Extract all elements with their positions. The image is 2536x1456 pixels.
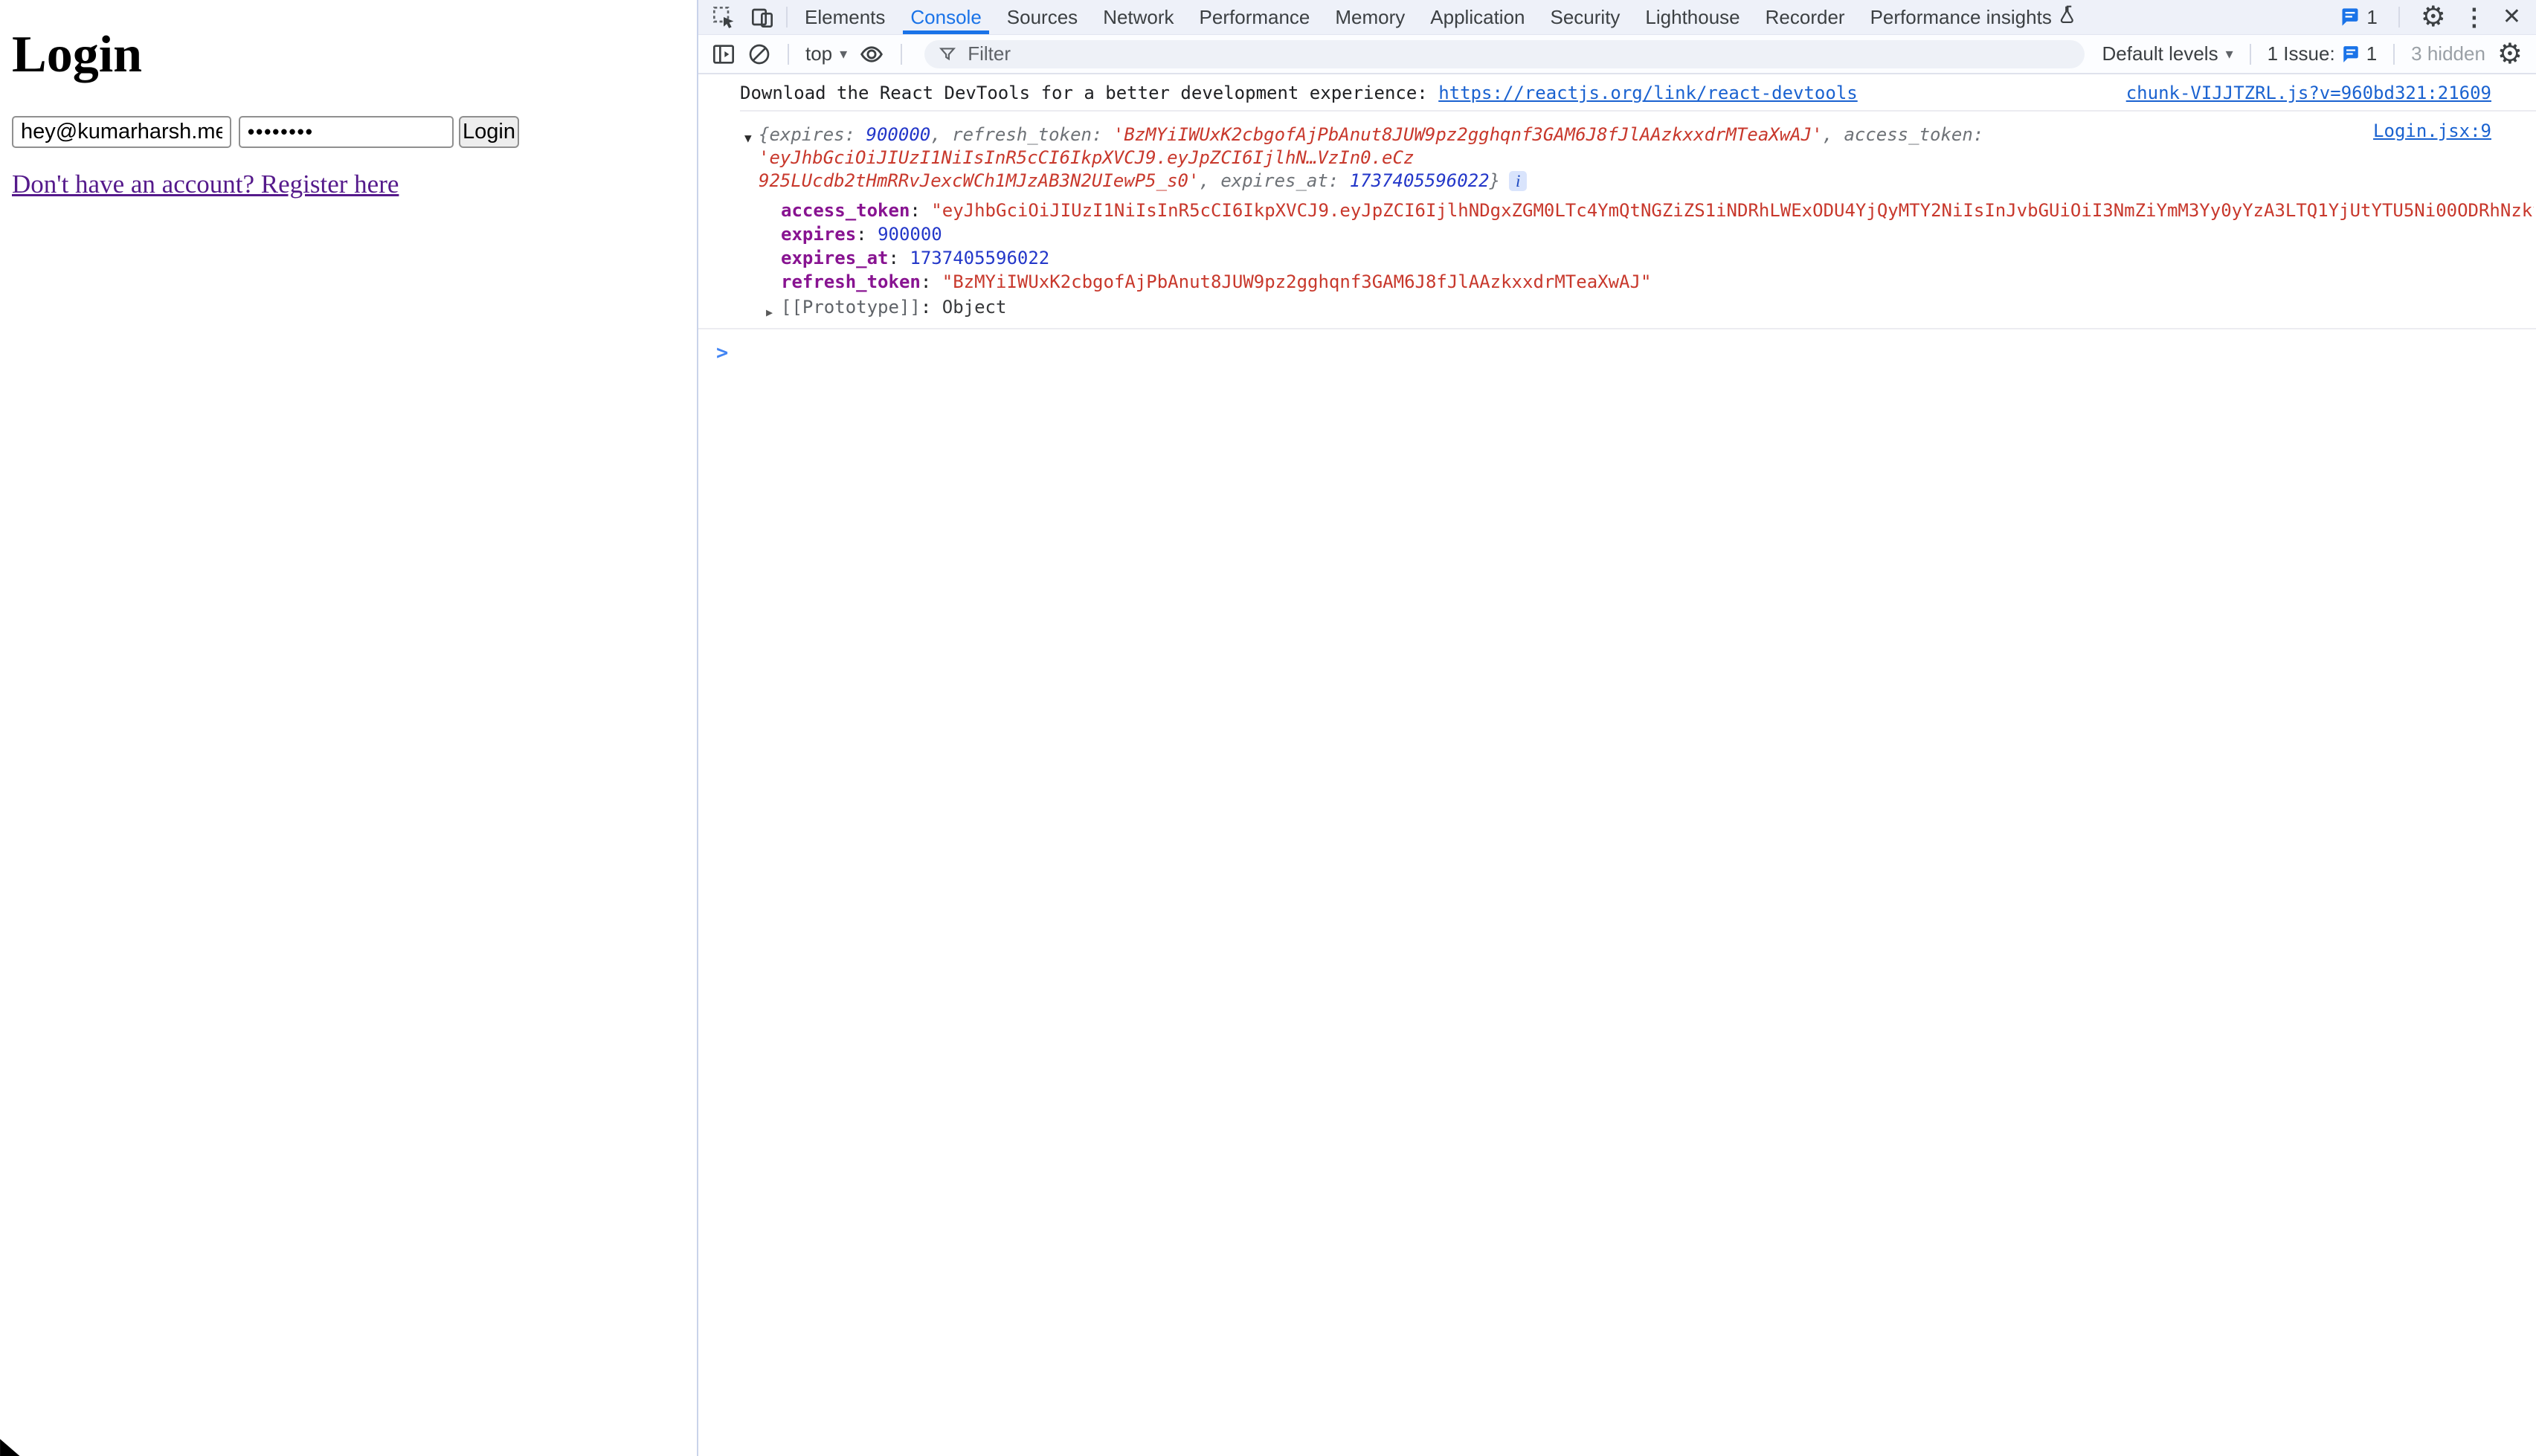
- register-link[interactable]: Don't have an account? Register here: [12, 170, 399, 199]
- filter-placeholder: Filter: [968, 42, 1011, 65]
- tab-lighthouse[interactable]: Lighthouse: [1632, 0, 1752, 34]
- devtools-tabs: Elements Console Sources Network Perform…: [792, 0, 2091, 34]
- clear-console-icon[interactable]: [747, 42, 771, 66]
- object-preview[interactable]: {expires: 900000, refresh_token: 'BzMYiI…: [759, 123, 2491, 193]
- tab-security[interactable]: Security: [1538, 0, 1633, 34]
- tab-network[interactable]: Network: [1090, 0, 1186, 34]
- object-properties: access_token: "eyJhbGciOiJIUzI1NiIsInR5c…: [759, 199, 2491, 319]
- log-levels-dropdown[interactable]: Default levels ▾: [2102, 42, 2233, 65]
- source-location-link[interactable]: Login.jsx:9: [2373, 120, 2491, 141]
- react-devtools-link[interactable]: https://reactjs.org/link/react-devtools: [1438, 83, 1858, 103]
- divider: [788, 44, 789, 65]
- live-expression-eye-icon[interactable]: [859, 42, 884, 67]
- tab-application[interactable]: Application: [1417, 0, 1537, 34]
- property-row[interactable]: access_token: "eyJhbGciOiJIUzI1NiIsInR5c…: [781, 199, 2534, 222]
- issues-counter[interactable]: 1: [2340, 6, 2377, 29]
- chevron-down-icon: ▾: [840, 47, 847, 62]
- divider: [786, 7, 788, 28]
- console-output: Download the React DevTools for a better…: [698, 74, 2536, 1456]
- filter-input[interactable]: Filter: [924, 40, 2084, 68]
- mouse-cursor-icon: [0, 1437, 32, 1456]
- property-row[interactable]: expires_at: 1737405596022: [781, 246, 2491, 270]
- console-message-react-devtools: Download the React DevTools for a better…: [698, 74, 2536, 112]
- login-page: Login Login Don't have an account? Regis…: [0, 0, 697, 1456]
- source-location-link[interactable]: chunk-VIJJTZRL.js?v=960bd321:21609: [2126, 82, 2491, 104]
- hidden-messages-label[interactable]: 3 hidden: [2411, 42, 2485, 65]
- device-toolbar-icon[interactable]: [750, 5, 774, 29]
- info-badge-icon[interactable]: i: [1509, 171, 1527, 191]
- console-sidebar-icon[interactable]: [712, 42, 736, 66]
- divider: [2250, 44, 2251, 65]
- more-options-icon[interactable]: ⋮: [2462, 5, 2486, 29]
- chevron-down-icon: ▾: [2226, 47, 2233, 62]
- console-settings-gear-icon[interactable]: ⚙: [2497, 40, 2523, 68]
- divider: [901, 44, 902, 65]
- context-selector[interactable]: top ▾: [805, 42, 847, 65]
- devtools-tabbar: Elements Console Sources Network Perform…: [698, 0, 2536, 35]
- issues-link[interactable]: 1 Issue: 1: [2268, 42, 2378, 65]
- inspect-element-icon[interactable]: [712, 5, 736, 29]
- tab-recorder[interactable]: Recorder: [1753, 0, 1858, 34]
- collapse-triangle-icon[interactable]: ▼: [744, 131, 752, 145]
- password-field[interactable]: [239, 116, 454, 148]
- tab-console[interactable]: Console: [898, 0, 994, 34]
- divider: [2398, 7, 2400, 28]
- console-toolbar: top ▾ Filter Default levels ▾ 1 Issue:: [698, 35, 2536, 74]
- property-row[interactable]: expires: 900000: [781, 222, 2491, 246]
- tab-memory[interactable]: Memory: [1322, 0, 1417, 34]
- tab-performance-insights[interactable]: Performance insights: [1858, 0, 2091, 34]
- page-title: Login: [12, 25, 142, 85]
- tab-sources[interactable]: Sources: [994, 0, 1090, 34]
- login-button[interactable]: Login: [459, 116, 519, 148]
- message-text: Download the React DevTools for a better…: [740, 82, 1858, 104]
- property-row[interactable]: refresh_token: "BzMYiIWUxK2cbgofAjPbAnut…: [781, 270, 2491, 294]
- prototype-row[interactable]: ▶[[Prototype]]: Object: [781, 295, 2491, 319]
- console-message-object-log: ▼ Login.jsx:9 {expires: 900000, refresh_…: [698, 112, 2536, 329]
- tab-elements[interactable]: Elements: [792, 0, 898, 34]
- divider: [2393, 44, 2395, 65]
- issues-bubble-icon: [2341, 45, 2360, 64]
- expand-triangle-icon[interactable]: ▶: [766, 300, 773, 324]
- login-form: Login: [12, 116, 519, 148]
- funnel-icon: [938, 45, 957, 64]
- email-field[interactable]: [12, 116, 231, 148]
- console-prompt[interactable]: >: [698, 329, 2536, 364]
- close-devtools-icon[interactable]: ✕: [2503, 6, 2521, 28]
- prompt-chevron-icon: >: [716, 341, 728, 364]
- issues-bubble-icon: [2340, 7, 2360, 28]
- devtools-panel: Elements Console Sources Network Perform…: [697, 0, 2536, 1456]
- flask-icon: [2059, 4, 2079, 30]
- tab-performance[interactable]: Performance: [1187, 0, 1323, 34]
- settings-gear-icon[interactable]: ⚙: [2421, 3, 2446, 31]
